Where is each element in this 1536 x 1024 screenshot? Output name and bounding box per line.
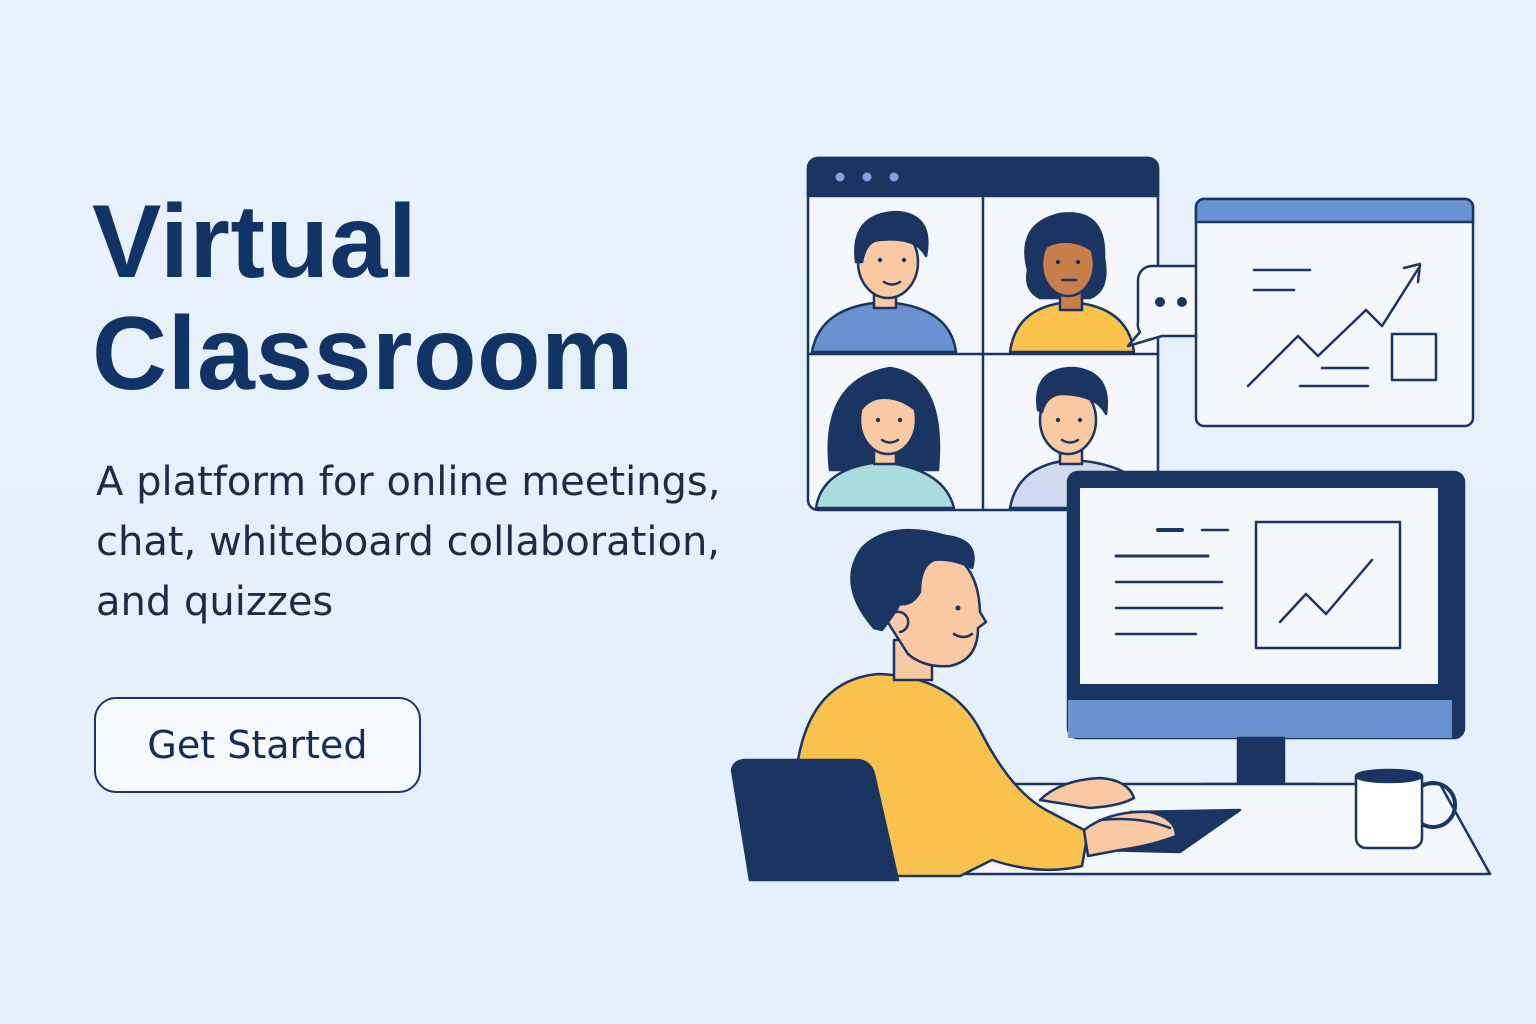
get-started-button[interactable]: Get Started — [94, 697, 421, 793]
video-call-window — [806, 156, 1160, 512]
window-dot-icon — [862, 172, 872, 182]
hero-subtitle: A platform for online meetings, chat, wh… — [96, 459, 721, 625]
window-dot-icon — [835, 172, 845, 182]
computer-monitor — [1066, 470, 1466, 800]
landing-page: Virtual Classroom A platform for online … — [0, 0, 1536, 1024]
hero-text: Virtual Classroom A platform for online … — [92, 186, 772, 632]
window-dot-icon — [889, 172, 899, 182]
whiteboard-chart-panel — [1194, 197, 1475, 428]
page-title: Virtual Classroom — [92, 186, 772, 410]
title-line-2: Classroom — [92, 296, 635, 412]
virtual-classroom-illustration — [730, 156, 1492, 882]
title-line-1: Virtual — [92, 184, 418, 300]
chair — [730, 758, 900, 882]
